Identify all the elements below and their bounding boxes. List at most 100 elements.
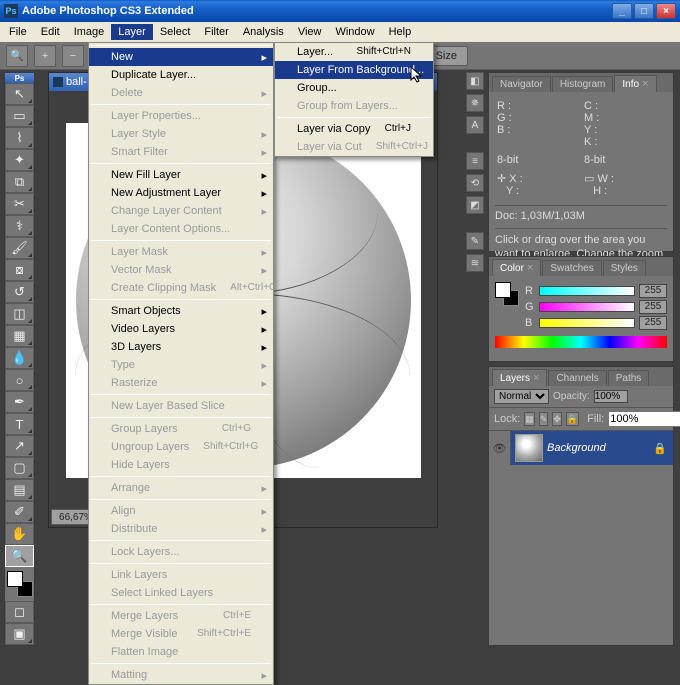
menu-item[interactable]: Layer From Background...: [275, 61, 433, 79]
color-g-slider[interactable]: [539, 302, 635, 312]
pen-tool[interactable]: ✒: [5, 391, 34, 413]
layers-panel: Layers×ChannelsPaths Normal Opacity: Loc…: [488, 366, 674, 646]
layer-thumbnail[interactable]: [515, 434, 543, 462]
blur-tool[interactable]: 💧: [5, 347, 34, 369]
strip-icon-5[interactable]: ⟲: [466, 174, 484, 192]
hand-tool[interactable]: ✋: [5, 523, 34, 545]
color-ramp[interactable]: [495, 336, 667, 348]
color-g-value[interactable]: 255: [639, 300, 667, 314]
layer-row-background[interactable]: 👁 Background 🔒: [489, 431, 673, 465]
lock-icon: 🔒: [653, 442, 667, 455]
fill-input[interactable]: [608, 411, 680, 427]
tab-channels[interactable]: Channels: [548, 370, 606, 386]
maximize-button[interactable]: □: [634, 3, 654, 19]
menu-filter[interactable]: Filter: [197, 24, 235, 40]
menu-help[interactable]: Help: [382, 24, 419, 40]
menu-window[interactable]: Window: [328, 24, 381, 40]
toolbox-header[interactable]: Ps: [5, 73, 34, 83]
menu-item: Change Layer Content▸: [89, 202, 273, 220]
type-tool[interactable]: T: [5, 413, 34, 435]
color-b-slider[interactable]: [539, 318, 635, 328]
menu-item[interactable]: New Fill Layer▸: [89, 166, 273, 184]
zoom-tool[interactable]: 🔍: [5, 545, 34, 567]
minimize-button[interactable]: _: [612, 3, 632, 19]
menu-view[interactable]: View: [291, 24, 329, 40]
color-r-slider[interactable]: [539, 286, 635, 296]
tab-histogram[interactable]: Histogram: [552, 76, 614, 92]
zoom-out-icon[interactable]: −: [62, 45, 84, 67]
tab-styles[interactable]: Styles: [603, 260, 646, 276]
menu-image[interactable]: Image: [67, 24, 112, 40]
tab-layers[interactable]: Layers×: [492, 369, 547, 386]
layer-name[interactable]: Background: [547, 442, 653, 454]
blend-mode-select[interactable]: Normal: [494, 389, 549, 404]
move-tool[interactable]: ↖: [5, 83, 34, 105]
quickmask-toggle[interactable]: ◻: [5, 601, 34, 623]
tab-color[interactable]: Color×: [492, 259, 541, 276]
screenmode-toggle[interactable]: ▣: [5, 623, 34, 645]
history-brush-tool[interactable]: ↺: [5, 281, 34, 303]
info-bits-2: 8-bit: [582, 152, 667, 168]
dodge-tool[interactable]: ○: [5, 369, 34, 391]
menu-item: Layer Style▸: [89, 125, 273, 143]
color-swatches-panel[interactable]: [495, 282, 519, 306]
menu-item[interactable]: Group...: [275, 79, 433, 97]
foreground-color[interactable]: [7, 571, 23, 587]
visibility-toggle[interactable]: 👁: [489, 431, 511, 465]
color-r-value[interactable]: 255: [639, 284, 667, 298]
menu-item[interactable]: 3D Layers▸: [89, 338, 273, 356]
wand-tool[interactable]: ✦: [5, 149, 34, 171]
menu-item[interactable]: Smart Objects▸: [89, 302, 273, 320]
strip-icon-6[interactable]: ◩: [466, 196, 484, 214]
lock-paint-icon[interactable]: ✎: [539, 412, 549, 426]
marquee-tool[interactable]: ▭: [5, 105, 34, 127]
color-panel-tabs: Color×SwatchesStyles: [489, 257, 673, 276]
menu-item[interactable]: New▸: [89, 48, 273, 66]
strip-icon-3[interactable]: A: [466, 116, 484, 134]
menu-file[interactable]: File: [2, 24, 34, 40]
notes-tool[interactable]: ▤: [5, 479, 34, 501]
heal-tool[interactable]: ⚕: [5, 215, 34, 237]
eyedropper-tool[interactable]: ✐: [5, 501, 34, 523]
lock-all-icon[interactable]: 🔒: [566, 412, 579, 426]
new-submenu-dropdown[interactable]: Layer...Shift+Ctrl+NLayer From Backgroun…: [274, 42, 434, 157]
lasso-tool[interactable]: ⌇: [5, 127, 34, 149]
strip-icon-1[interactable]: ◧: [466, 72, 484, 90]
lock-transparency-icon[interactable]: ▦: [524, 412, 535, 426]
opacity-input[interactable]: [594, 390, 628, 403]
menu-item[interactable]: Layer...Shift+Ctrl+N: [275, 43, 433, 61]
tab-paths[interactable]: Paths: [608, 370, 650, 386]
color-b-value[interactable]: 255: [639, 316, 667, 330]
eraser-tool[interactable]: ◫: [5, 303, 34, 325]
shape-tool[interactable]: ▢: [5, 457, 34, 479]
menu-layer[interactable]: Layer: [111, 24, 153, 40]
menu-analysis[interactable]: Analysis: [236, 24, 291, 40]
layer-menu-dropdown[interactable]: New▸Duplicate Layer...Delete▸Layer Prope…: [88, 42, 274, 685]
strip-icon-8[interactable]: ≋: [466, 254, 484, 272]
menu-item[interactable]: New Adjustment Layer▸: [89, 184, 273, 202]
menu-item: Align▸: [89, 502, 273, 520]
menu-item[interactable]: Layer via CopyCtrl+J: [275, 120, 433, 138]
close-button[interactable]: ×: [656, 3, 676, 19]
menu-item: Type▸: [89, 356, 273, 374]
slice-tool[interactable]: ✂: [5, 193, 34, 215]
strip-icon-4[interactable]: ≡: [466, 152, 484, 170]
gradient-tool[interactable]: ▦: [5, 325, 34, 347]
menu-item[interactable]: Duplicate Layer...: [89, 66, 273, 84]
strip-icon-2[interactable]: ✵: [466, 94, 484, 112]
tab-info[interactable]: Info×: [614, 75, 656, 92]
color-swatches[interactable]: [7, 571, 33, 597]
menu-item[interactable]: Video Layers▸: [89, 320, 273, 338]
menu-select[interactable]: Select: [153, 24, 198, 40]
strip-icon-7[interactable]: ✎: [466, 232, 484, 250]
menu-edit[interactable]: Edit: [34, 24, 67, 40]
tab-navigator[interactable]: Navigator: [492, 76, 551, 92]
path-tool[interactable]: ↗: [5, 435, 34, 457]
brush-tool[interactable]: 🖌: [5, 237, 34, 259]
lock-position-icon[interactable]: ✥: [552, 412, 562, 426]
crop-tool[interactable]: ⧉: [5, 171, 34, 193]
info-g-label: G :: [497, 112, 512, 124]
zoom-in-icon[interactable]: +: [34, 45, 56, 67]
stamp-tool[interactable]: ⧇: [5, 259, 34, 281]
tab-swatches[interactable]: Swatches: [542, 260, 601, 276]
